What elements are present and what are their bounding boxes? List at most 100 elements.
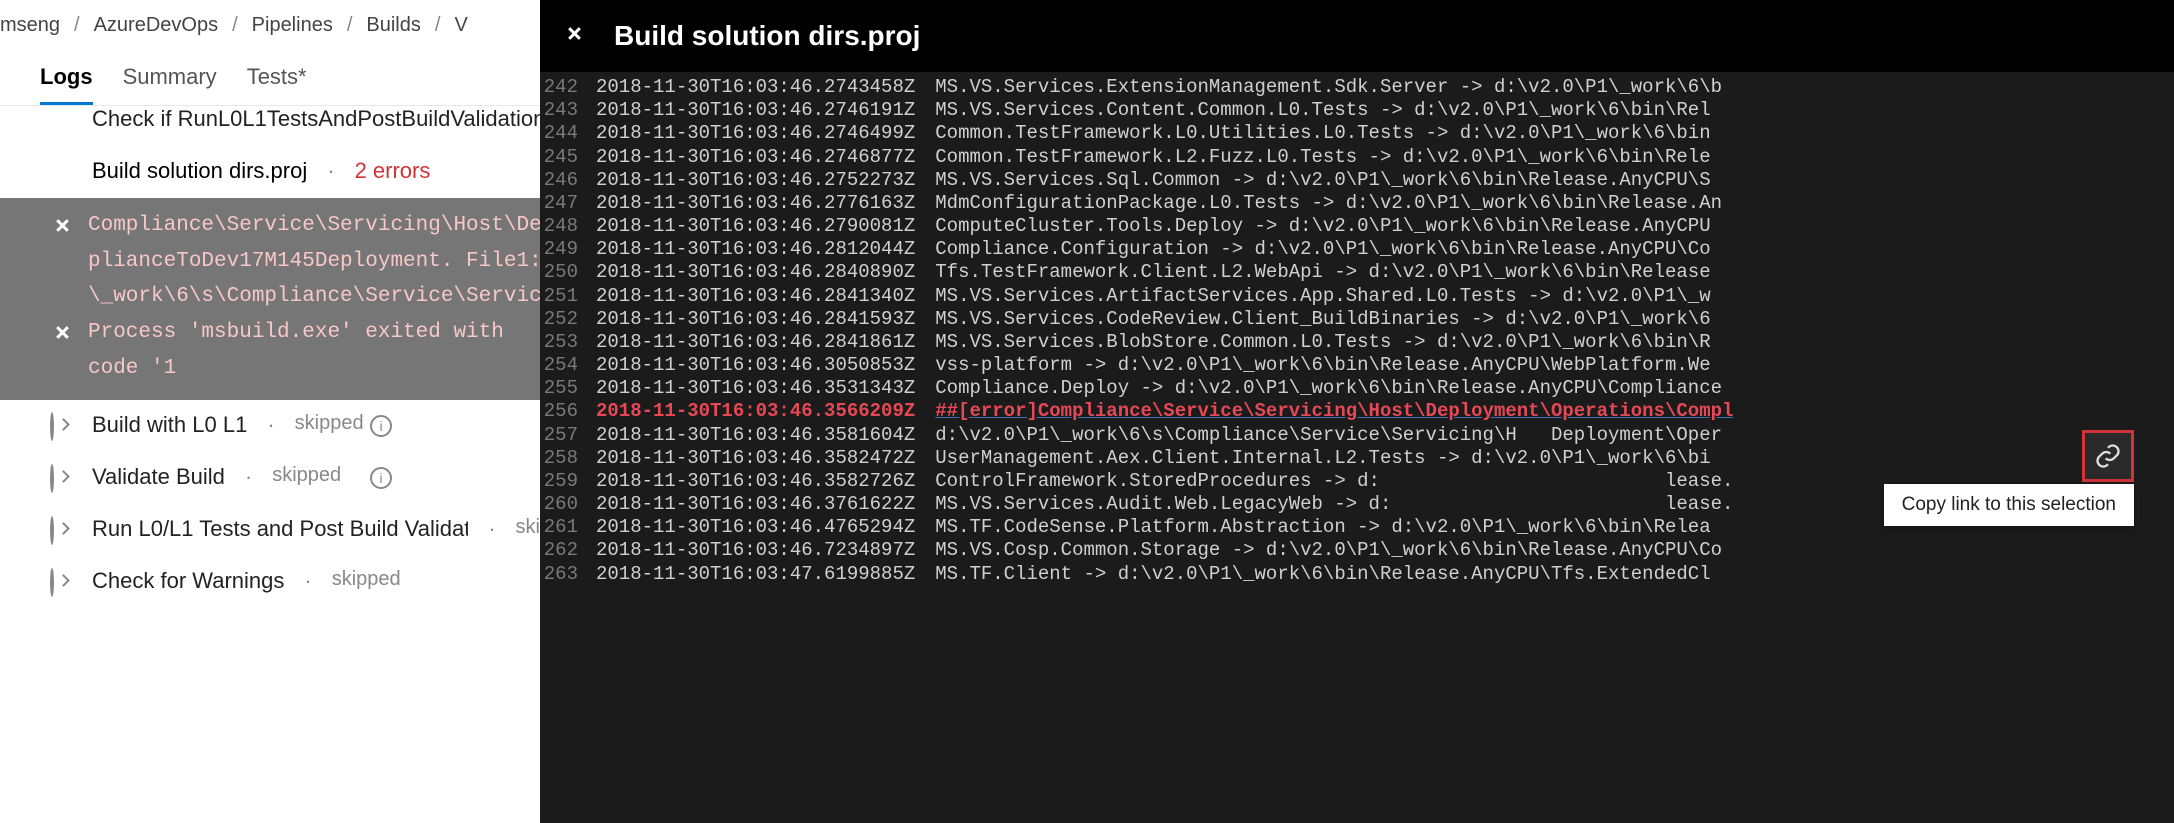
step-status-skipped: skipped (272, 464, 341, 487)
log-line[interactable]: 2422018-11-30T16:03:46.2743458ZMS.VS.Ser… (540, 76, 2174, 99)
breadcrumb-item[interactable]: AzureDevOps (94, 14, 219, 37)
step-status-skipped: skipped (295, 412, 364, 435)
tab-summary[interactable]: Summary (123, 64, 217, 105)
copy-link-button[interactable] (2082, 430, 2134, 482)
log-message: Common.TestFramework.L0.Utilities.L0.Tes… (935, 122, 1710, 145)
chevron-right-icon (50, 414, 76, 440)
info-icon[interactable]: i (370, 415, 392, 437)
log-message: UserManagement.Aex.Client.Internal.L2.Te… (935, 447, 1710, 470)
chevron-right-icon (50, 466, 76, 492)
step-build-dirs[interactable]: Build solution dirs.proj · 2 errors (0, 146, 540, 198)
log-line[interactable]: 2522018-11-30T16:03:46.2841593ZMS.VS.Ser… (540, 308, 2174, 331)
step-status-skipped: skipped (332, 568, 401, 591)
step-title: Run L0/L1 Tests and Post Build Validatio… (92, 516, 468, 542)
line-number: 250 (540, 261, 596, 284)
build-tabs: Logs Summary Tests* (0, 50, 540, 106)
chevron-separator: / (347, 14, 353, 37)
timestamp: 2018-11-30T16:03:46.3582726Z (596, 470, 935, 493)
log-message: MS.VS.Services.Sql.Common -> d:\v2.0\P1\… (935, 169, 1710, 192)
log-message: MS.VS.Services.Content.Common.L0.Tests -… (935, 99, 1710, 122)
log-message: MS.VS.Services.ExtensionManagement.Sdk.S… (935, 76, 1722, 99)
error-icon (50, 320, 72, 342)
log-line[interactable]: 2532018-11-30T16:03:46.2841861ZMS.VS.Ser… (540, 331, 2174, 354)
breadcrumb-item[interactable]: V (454, 14, 467, 37)
timestamp: 2018-11-30T16:03:46.2841861Z (596, 331, 935, 354)
info-icon[interactable]: i (370, 467, 392, 489)
timestamp: 2018-11-30T16:03:46.3566209Z (596, 400, 935, 423)
log-message: Compliance.Configuration -> d:\v2.0\P1\_… (935, 238, 1710, 261)
timestamp: 2018-11-30T16:03:46.3581604Z (596, 424, 935, 447)
line-number: 248 (540, 215, 596, 238)
breadcrumb: mseng/ AzureDevOps/ Pipelines/ Builds/ V (0, 0, 540, 50)
timestamp: 2018-11-30T16:03:46.2790081Z (596, 215, 935, 238)
log-message: Compliance.Deploy -> d:\v2.0\P1\_work\6\… (935, 377, 1722, 400)
timestamp: 2018-11-30T16:03:46.2841593Z (596, 308, 935, 331)
log-message: MS.VS.Services.ArtifactServices.App.Shar… (935, 285, 1710, 308)
log-message: ##[error]Compliance\Service\Servicing\Ho… (935, 400, 1733, 423)
chevron-separator: / (74, 14, 80, 37)
separator-dot: · (263, 412, 278, 438)
step-title: Validate Build (92, 464, 225, 490)
line-number: 244 (540, 122, 596, 145)
separator-dot: · (300, 568, 315, 594)
breadcrumb-item[interactable]: Pipelines (252, 14, 333, 37)
log-line[interactable]: 2482018-11-30T16:03:46.2790081ZComputeCl… (540, 215, 2174, 238)
line-number: 256 (540, 400, 596, 423)
log-message: vss-platform -> d:\v2.0\P1\_work\6\bin\R… (935, 354, 1710, 377)
error-message-line: Compliance\Service\Servicing\Host\Deploy… (88, 208, 540, 244)
log-line[interactable]: 2632018-11-30T16:03:47.6199885ZMS.TF.Cli… (540, 563, 2174, 586)
line-number: 263 (540, 563, 596, 586)
error-icon (50, 160, 76, 186)
log-line[interactable]: 2562018-11-30T16:03:46.3566209Z##[error]… (540, 400, 2174, 423)
separator-dot: · (484, 516, 499, 542)
step-title: Build solution dirs.proj (92, 158, 307, 184)
log-line[interactable]: 2502018-11-30T16:03:46.2840890ZTfs.TestF… (540, 261, 2174, 284)
log-line[interactable]: 2512018-11-30T16:03:46.2841340ZMS.VS.Ser… (540, 285, 2174, 308)
timestamp: 2018-11-30T16:03:46.2752273Z (596, 169, 935, 192)
step-list: Check if RunL0L1TestsAndPostBuildValidat… (0, 106, 540, 608)
line-number: 260 (540, 493, 596, 516)
log-header: Build solution dirs.proj (540, 0, 2174, 72)
log-message: ComputeCluster.Tools.Deploy -> d:\v2.0\P… (935, 215, 1710, 238)
tab-tests[interactable]: Tests* (247, 64, 307, 105)
log-line[interactable]: 2432018-11-30T16:03:46.2746191ZMS.VS.Ser… (540, 99, 2174, 122)
log-line[interactable]: 2582018-11-30T16:03:46.3582472ZUserManag… (540, 447, 2174, 470)
timestamp: 2018-11-30T16:03:46.3761622Z (596, 493, 935, 516)
line-number: 246 (540, 169, 596, 192)
log-message: MS.VS.Services.Audit.Web.LegacyWeb -> d:… (935, 493, 1733, 516)
breadcrumb-item[interactable]: Builds (366, 14, 420, 37)
step-error-block[interactable]: Compliance\Service\Servicing\Host\Deploy… (0, 198, 540, 400)
log-line[interactable]: 2452018-11-30T16:03:46.2746877ZCommon.Te… (540, 146, 2174, 169)
error-icon (50, 213, 72, 235)
line-number: 247 (540, 192, 596, 215)
log-line[interactable]: 2552018-11-30T16:03:46.3531343ZComplianc… (540, 377, 2174, 400)
timestamp: 2018-11-30T16:03:46.2743458Z (596, 76, 935, 99)
timestamp: 2018-11-30T16:03:46.2841340Z (596, 285, 935, 308)
link-icon (2094, 442, 2122, 470)
line-number: 259 (540, 470, 596, 493)
log-message: MdmConfigurationPackage.L0.Tests -> d:\v… (935, 192, 1722, 215)
log-message: ControlFramework.StoredProcedures -> d: … (935, 470, 1733, 493)
step-check-run[interactable]: Check if RunL0L1TestsAndPostBuildValidat… (0, 106, 540, 146)
log-line[interactable]: 2472018-11-30T16:03:46.2776163ZMdmConfig… (540, 192, 2174, 215)
log-line[interactable]: 2492018-11-30T16:03:46.2812044ZComplianc… (540, 238, 2174, 261)
breadcrumb-item[interactable]: mseng (0, 14, 60, 37)
chevron-separator: / (435, 14, 441, 37)
log-message: MS.VS.Services.CodeReview.Client_BuildBi… (935, 308, 1710, 331)
line-number: 242 (540, 76, 596, 99)
log-line[interactable]: 2542018-11-30T16:03:46.3050853Zvss-platf… (540, 354, 2174, 377)
line-number: 262 (540, 539, 596, 562)
step-run-l0l1[interactable]: Run L0/L1 Tests and Post Build Validatio… (0, 504, 540, 556)
step-validate-build[interactable]: Validate Build · skipped i (0, 452, 540, 504)
step-build-l0l1[interactable]: Build with L0 L1 · skipped i (0, 400, 540, 452)
tab-logs[interactable]: Logs (40, 64, 93, 105)
copy-link-tooltip: Copy link to this selection (1884, 484, 2134, 526)
step-check-warnings[interactable]: Check for Warnings · skipped (0, 556, 540, 608)
log-line[interactable]: 2572018-11-30T16:03:46.3581604Zd:\v2.0\P… (540, 424, 2174, 447)
line-number: 252 (540, 308, 596, 331)
log-line[interactable]: 2442018-11-30T16:03:46.2746499ZCommon.Te… (540, 122, 2174, 145)
error-message-line: Process 'msbuild.exe' exited with code '… (88, 315, 540, 386)
log-line[interactable]: 2622018-11-30T16:03:46.7234897ZMS.VS.Cos… (540, 539, 2174, 562)
log-line[interactable]: 2462018-11-30T16:03:46.2752273ZMS.VS.Ser… (540, 169, 2174, 192)
log-output[interactable]: 2422018-11-30T16:03:46.2743458ZMS.VS.Ser… (540, 72, 2174, 823)
